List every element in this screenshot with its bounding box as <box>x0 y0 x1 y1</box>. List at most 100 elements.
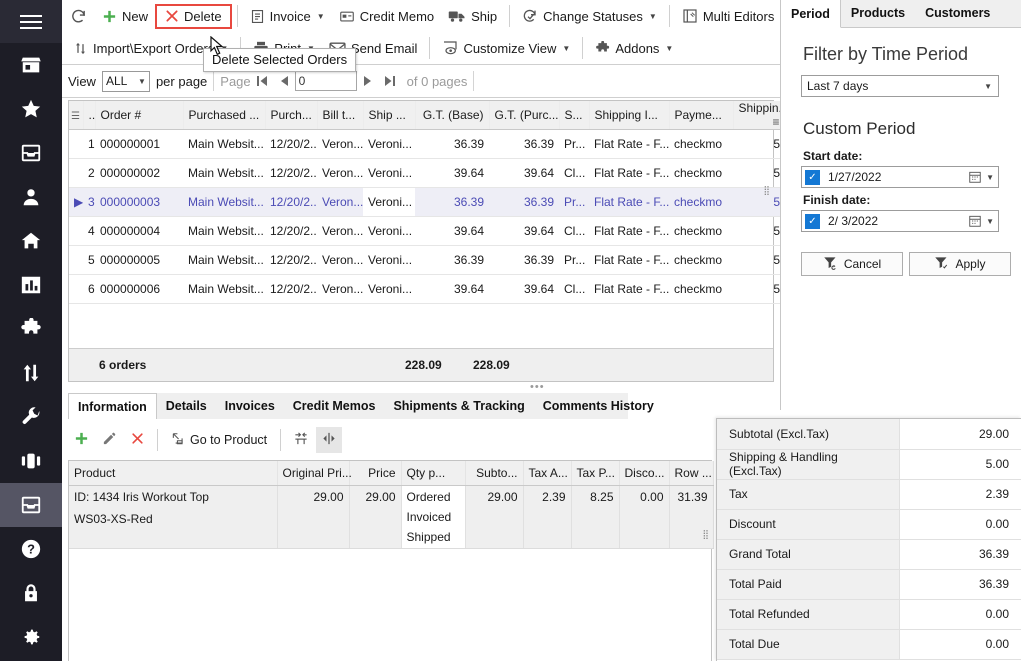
change-statuses-button[interactable]: Change Statuses ▼ <box>515 3 664 29</box>
delete-button[interactable]: Delete <box>155 3 232 29</box>
products-scroll-handle[interactable]: ⣿ <box>702 530 709 539</box>
tab-invoices[interactable]: Invoices <box>216 393 284 419</box>
add-item-button[interactable] <box>68 427 94 453</box>
sidebar-item-store[interactable] <box>0 43 62 87</box>
sidebar-item-shipping[interactable] <box>0 219 62 263</box>
tab-details[interactable]: Details <box>157 393 216 419</box>
fit-columns-button[interactable] <box>288 427 314 453</box>
sidebar-item-addons[interactable] <box>0 307 62 351</box>
new-button[interactable]: New <box>95 3 155 29</box>
next-page-button[interactable] <box>357 70 379 92</box>
col-payment[interactable]: Payme... <box>669 101 734 130</box>
col-discount[interactable]: Disco... <box>619 461 670 486</box>
addons-button[interactable]: Addons ▼ <box>588 35 680 61</box>
col-subtotal[interactable]: Subto... <box>465 461 524 486</box>
sidebar-item-tools[interactable] <box>0 395 62 439</box>
start-date-label: Start date: <box>803 149 863 163</box>
sidebar-item-import-export[interactable] <box>0 351 62 395</box>
cell-shipping-info: Flat Rate - F... <box>589 158 669 188</box>
col-gt-base[interactable]: G.T. (Base) <box>415 101 490 130</box>
time-period-select[interactable]: Last 7 days ▼ <box>801 75 999 97</box>
edit-item-button[interactable] <box>96 427 122 453</box>
table-row[interactable]: ▶ 3 000000003 Main Websit... 12/20/2... … <box>69 187 785 217</box>
table-row[interactable]: 5 000000005 Main Websit... 12/20/2... Ve… <box>69 245 785 275</box>
col-ship-to[interactable]: Ship ... <box>363 101 416 130</box>
last-page-button[interactable] <box>379 70 401 92</box>
page-number-input[interactable]: 0 <box>294 71 357 91</box>
table-row[interactable]: 1 000000001 Main Websit... 12/20/2... Ve… <box>69 129 785 159</box>
sidebar-item-orders-active[interactable] <box>0 483 62 527</box>
start-date-checkbox[interactable]: ✓ <box>805 169 820 185</box>
sidebar-item-settings[interactable] <box>0 615 62 659</box>
eye-view-icon <box>442 40 458 56</box>
ship-button[interactable]: Ship <box>441 3 504 29</box>
start-date-field[interactable]: ✓ 1/27/2022 ▼ <box>801 166 999 188</box>
cell-status: Pr... <box>559 129 589 159</box>
tab-shipments-tracking[interactable]: Shipments & Tracking <box>384 393 533 419</box>
grid-menu-icon[interactable]: ☰ <box>69 101 84 130</box>
col-qty[interactable]: Qty p... <box>401 461 466 486</box>
col-bill-to[interactable]: Bill t... <box>317 101 364 130</box>
go-to-product-button[interactable]: Go to Product <box>165 427 273 453</box>
col-tax-amount[interactable]: Tax A... <box>523 461 572 486</box>
sidebar-item-orders[interactable] <box>0 131 62 175</box>
col-product[interactable]: Product <box>69 461 278 486</box>
prev-page-button[interactable] <box>273 70 295 92</box>
col-price[interactable]: Price <box>349 461 402 486</box>
sidebar-item-security[interactable] <box>0 571 62 615</box>
orders-grid[interactable]: ☰ .. Order # Purchased ... Purch... Bill… <box>68 100 789 382</box>
cell-ship-to: Veroni... <box>363 129 415 159</box>
col-status[interactable]: S... <box>559 101 590 130</box>
calendar-icon[interactable]: ▼ <box>968 170 994 184</box>
tab-comments-history[interactable]: Comments History <box>534 393 663 419</box>
cancel-filter-button[interactable]: Cancel <box>801 252 903 276</box>
sidebar-item-menu[interactable] <box>0 0 62 43</box>
tab-period[interactable]: Period <box>781 0 841 28</box>
tab-information[interactable]: Information <box>68 393 157 419</box>
sidebar-item-help[interactable]: ? <box>0 527 62 571</box>
grid-scroll-handle[interactable]: ⣿ <box>763 186 770 195</box>
filter-icon[interactable]: ≡ <box>772 115 779 129</box>
invoice-button[interactable]: Invoice ▼ <box>243 3 332 29</box>
first-page-button[interactable] <box>251 70 273 92</box>
col-order-number[interactable]: Order # <box>95 101 184 130</box>
tab-products[interactable]: Products <box>841 0 915 27</box>
totals-label-shipping-handling: Shipping & Handling (Excl.Tax) <box>717 449 900 480</box>
table-row[interactable]: 4 000000004 Main Websit... 12/20/2... Ve… <box>69 216 785 246</box>
table-row[interactable]: 2 000000002 Main Websit... 12/20/2... Ve… <box>69 158 785 188</box>
horizontal-splitter[interactable]: ••• <box>530 381 545 393</box>
row-number: 2 <box>83 158 95 188</box>
sidebar-item-panels[interactable] <box>0 439 62 483</box>
sidebar-item-favorites[interactable] <box>0 87 62 131</box>
order-products-grid[interactable]: Product Original Pri... Price Qty p... S… <box>68 460 714 661</box>
tab-customers[interactable]: Customers <box>915 0 1000 27</box>
col-gt-purchased[interactable]: G.T. (Purc... <box>489 101 560 130</box>
apply-filter-button[interactable]: Apply <box>909 252 1011 276</box>
col-rownum[interactable]: .. <box>83 101 96 130</box>
col-shipping-amount[interactable]: Shippin... ≡ <box>733 101 789 130</box>
split-columns-button[interactable] <box>316 427 343 453</box>
col-tax-percent[interactable]: Tax P... <box>571 461 620 486</box>
credit-memo-button[interactable]: Credit Memo <box>332 3 441 29</box>
cell-shipping-amount: 5 <box>733 129 785 159</box>
finish-date-field[interactable]: ✓ 2/ 3/2022 ▼ <box>801 210 999 232</box>
view-select[interactable]: ALL ▼ <box>101 70 150 92</box>
delete-item-button[interactable] <box>124 427 150 453</box>
table-row[interactable]: 6 000000006 Main Websit... 12/20/2... Ve… <box>69 274 785 304</box>
multi-editors-button[interactable]: Multi Editors ▼ <box>675 3 795 29</box>
gear-icon <box>20 626 42 648</box>
tab-credit-memos[interactable]: Credit Memos <box>284 393 385 419</box>
col-purchased-on[interactable]: Purch... <box>265 101 318 130</box>
table-row[interactable]: ID: 1434 Iris Workout Top WS03-XS-Red 29… <box>69 485 714 549</box>
row-number: 6 <box>83 274 95 304</box>
col-shipping-info[interactable]: Shipping I... <box>589 101 670 130</box>
calendar-icon[interactable]: ▼ <box>968 214 994 228</box>
sidebar-item-reports[interactable] <box>0 263 62 307</box>
col-purchased-from[interactable]: Purchased ... <box>183 101 266 130</box>
refresh-button[interactable] <box>62 3 95 29</box>
finish-date-checkbox[interactable]: ✓ <box>805 213 820 229</box>
customize-view-button[interactable]: Customize View ▼ <box>435 35 577 61</box>
sidebar-item-customers[interactable] <box>0 175 62 219</box>
col-original-price[interactable]: Original Pri... <box>277 461 352 486</box>
col-row-total[interactable]: Row ... <box>669 461 714 486</box>
